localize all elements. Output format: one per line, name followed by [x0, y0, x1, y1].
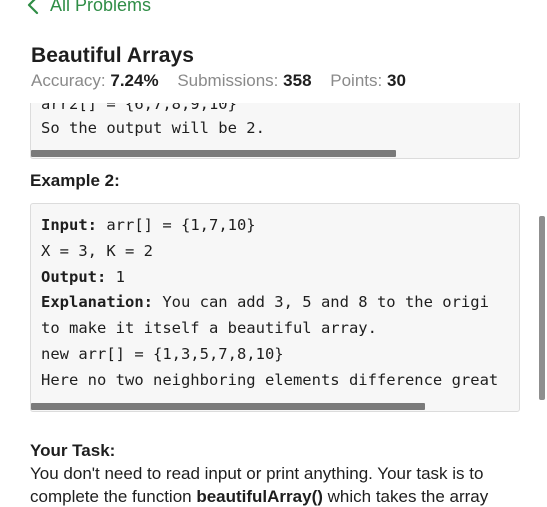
points-label: Points: — [330, 71, 383, 90]
page-vertical-scrollbar[interactable] — [539, 216, 545, 400]
example-1-code-box: arr2[] = {6,7,8,9,10} So the output will… — [30, 103, 520, 159]
your-task-line-2: complete the function beautifulArray() w… — [30, 487, 520, 507]
example-1-partial-line: arr2[] = {6,7,8,9,10} — [41, 103, 237, 113]
input-value: arr[] = {1,7,10} — [97, 216, 256, 234]
submissions-label: Submissions: — [177, 71, 279, 90]
function-name: beautifulArray() — [196, 487, 323, 506]
example-2-explanation-line: Explanation: You can add 3, 5 and 8 to t… — [41, 293, 489, 311]
problem-title: Beautiful Arrays — [31, 44, 195, 67]
example-2-note-line: Here no two neighboring elements differe… — [41, 371, 499, 389]
example-2-params-line: X = 3, K = 2 — [41, 242, 153, 260]
accuracy-label: Accuracy: — [31, 71, 106, 90]
output-label: Output: — [41, 268, 107, 286]
back-link-label: All Problems — [50, 0, 152, 15]
example-2-explanation-cont: to make it itself a beautiful array. — [41, 319, 377, 337]
example-2-code-box: Input: arr[] = {1,7,10} X = 3, K = 2 Out… — [30, 203, 520, 412]
example-2-new-arr-line: new arr[] = {1,3,5,7,8,10} — [41, 345, 284, 363]
problem-stats: Accuracy: 7.24% Submissions: 358 Points:… — [31, 71, 406, 91]
example-1-horizontal-scrollbar[interactable] — [31, 150, 396, 157]
your-task-line-1: You don't need to read input or print an… — [30, 464, 484, 483]
example-2-output-line: Output: 1 — [41, 268, 125, 286]
input-label: Input: — [41, 216, 97, 234]
example-2-input-line: Input: arr[] = {1,7,10} — [41, 216, 256, 234]
explanation-value: You can add 3, 5 and 8 to the origi — [152, 293, 489, 311]
points-value: 30 — [386, 71, 406, 90]
accuracy-value: 7.24% — [110, 71, 159, 90]
your-task-heading: Your Task: — [30, 441, 116, 460]
your-task-line-2-suffix: which takes the array — [322, 487, 489, 506]
example-2-horizontal-scrollbar[interactable] — [31, 403, 425, 410]
submissions-value: 358 — [283, 71, 312, 90]
back-link[interactable]: All Problems — [26, 0, 151, 17]
output-value: 1 — [106, 268, 125, 286]
explanation-label: Explanation: — [41, 293, 153, 311]
example-1-output-line: So the output will be 2. — [41, 119, 265, 137]
chevron-left-icon — [27, 0, 39, 15]
example-2-heading: Example 2: — [30, 171, 120, 190]
your-task-line-2-prefix: complete the function — [30, 487, 197, 506]
